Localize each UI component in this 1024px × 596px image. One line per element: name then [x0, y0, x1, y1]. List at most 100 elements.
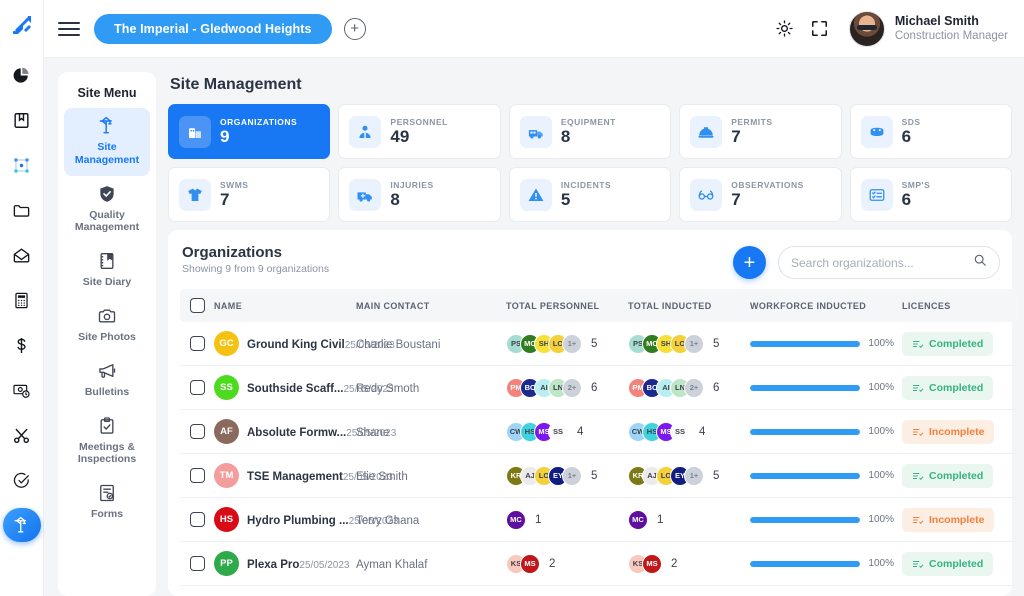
organization-name[interactable]: Hydro Plumbing ... [247, 515, 349, 527]
row-checkbox[interactable] [190, 556, 205, 571]
stat-card-label: SDS [901, 116, 921, 127]
rail-item-pie-chart[interactable] [5, 58, 39, 92]
workforce-percent: 100% [868, 470, 894, 481]
organization-avatar: PP [214, 551, 239, 576]
rail-item-book[interactable] [5, 103, 39, 137]
stat-card-permits[interactable]: PERMITS 7 [679, 104, 842, 159]
organization-name[interactable]: Plexa Pro [247, 559, 299, 571]
user-profile[interactable]: Michael Smith Construction Manager [848, 10, 1008, 47]
table-row[interactable]: HS Hydro Plumbing ...25/05/2023 Terry Ghan… [180, 497, 1018, 542]
status-badge[interactable]: Incomplete [902, 419, 995, 444]
rail-item-site-management[interactable] [2, 508, 41, 542]
stat-card-equipment[interactable]: EQUIPMENT 8 [508, 104, 672, 159]
person-avatar[interactable]: MC [628, 509, 648, 530]
stat-card-value: 5 [560, 189, 571, 209]
avatar-overflow[interactable]: 1+ [684, 465, 704, 486]
row-checkbox[interactable] [190, 468, 205, 483]
total-personnel-stack: PS MC SH LO 1+ 5 [506, 333, 620, 354]
organization-name[interactable]: Absolute Formw... [247, 427, 346, 439]
main-contact-value: Ayman Khalaf [356, 558, 428, 571]
rail-item-money-time[interactable] [5, 373, 39, 407]
rail-item-sitemap[interactable] [5, 148, 39, 182]
licences-cell: Completed [898, 322, 1018, 366]
organization-cell: PP Plexa Pro25/05/2023 [210, 541, 352, 586]
column-name[interactable]: NAME [210, 289, 352, 322]
status-badge[interactable]: Completed [902, 551, 994, 576]
stat-card-injuries[interactable]: INJURIES 8 [338, 167, 501, 222]
avatar-overflow[interactable]: 2+ [684, 377, 704, 398]
stat-card-observations[interactable]: OBSERVATIONS 7 [679, 167, 842, 222]
person-avatar[interactable]: SS [548, 421, 568, 442]
status-badge[interactable]: Incomplete [902, 507, 995, 532]
status-badge[interactable]: Completed [902, 331, 994, 356]
person-avatar[interactable]: MC [506, 509, 526, 530]
row-checkbox[interactable] [190, 424, 205, 439]
row-checkbox[interactable] [190, 512, 205, 527]
rail-item-tasks[interactable] [5, 463, 39, 497]
add-organization-button[interactable]: + [733, 246, 766, 279]
avatar-overflow[interactable]: 1+ [562, 465, 582, 486]
stat-card-incidents[interactable]: INCIDENTS 5 [508, 167, 672, 222]
column-licences[interactable]: LICENCES [898, 289, 1018, 322]
stat-card-label: SWMS [220, 179, 249, 190]
column-total-personnel[interactable]: TOTAL PERSONNEL [502, 289, 624, 322]
stat-card-text: PERMITS 7 [731, 117, 772, 147]
table-row[interactable]: SS Southside Scaff...25/05/2023 Redy Smoth… [180, 365, 1018, 410]
search-input[interactable] [791, 255, 973, 270]
organization-name[interactable]: TSE Management [247, 471, 343, 483]
main-content: Site Management ORGANIZATIONS 9 PERSONNE… [168, 72, 1018, 596]
avatar-overflow[interactable]: 1+ [684, 333, 704, 354]
table-row[interactable]: PP Plexa Pro25/05/2023 Ayman Khalaf KS MS 2 KS… [180, 541, 1018, 586]
plus-circle-icon[interactable]: + [343, 17, 366, 40]
avatar-stack: MC [506, 509, 526, 530]
sidebar-item-meetings-inspections[interactable]: Meetings & Inspections [64, 408, 150, 476]
site-selector-pill[interactable]: The Imperial - Gledwood Heights [94, 13, 332, 44]
search-organizations-box[interactable] [778, 246, 1000, 279]
status-badge[interactable]: Completed [902, 463, 994, 488]
sidebar-item-bulletins[interactable]: Bulletins [64, 353, 150, 408]
stat-card-organizations[interactable]: ORGANIZATIONS 9 [168, 104, 331, 159]
avatar-overflow[interactable]: 1+ [562, 333, 582, 354]
total-inducted-cell: CW HS MS SS 4 [624, 409, 746, 454]
row-checkbox[interactable] [190, 336, 205, 351]
stat-card-label: EQUIPMENT [560, 116, 616, 127]
select-all-checkbox[interactable] [190, 298, 205, 313]
total-inducted-stack: PS MC SH LO 1+ 5 [628, 333, 742, 354]
sun-icon[interactable] [775, 19, 794, 38]
sidebar-item-site-management[interactable]: Site Management [64, 108, 150, 176]
rail-item-folder[interactable] [5, 193, 39, 227]
person-avatar[interactable]: MS [642, 553, 662, 574]
rail-item-finance[interactable] [5, 328, 39, 362]
column-total-inducted[interactable]: TOTAL INDUCTED [624, 289, 746, 322]
sidebar-item-site-photos[interactable]: Site Photos [64, 298, 150, 353]
row-checkbox[interactable] [190, 380, 205, 395]
search-icon[interactable] [973, 253, 987, 272]
sidebar-item-forms[interactable]: Forms [64, 475, 150, 530]
table-row[interactable]: AF Absolute Formw...25/05/2023 Shane CW HS MS… [180, 409, 1018, 454]
sidebar-item-site-diary[interactable]: Site Diary [64, 243, 150, 298]
stat-card-smps[interactable]: SMP'S 6 [849, 167, 1013, 222]
person-avatar[interactable]: SS [670, 421, 690, 442]
organization-name[interactable]: Ground King Civil [247, 339, 345, 351]
status-badge[interactable]: Completed [902, 375, 994, 400]
person-avatar[interactable]: MS [520, 553, 540, 574]
rail-item-calculator[interactable] [5, 283, 39, 317]
organization-name[interactable]: Southside Scaff... [247, 383, 344, 395]
avatar-overflow[interactable]: 2+ [562, 377, 582, 398]
app-root: The Imperial - Gledwood Heights + Michae… [0, 0, 1024, 596]
table-row[interactable]: TM TSE Management25/05/2023 Elie Smith KR AJ… [180, 453, 1018, 498]
stat-card-sds[interactable]: SDS 6 [849, 104, 1013, 159]
column-main-contact[interactable]: MAIN CONTACT [352, 289, 502, 322]
sidebar-item-quality-management[interactable]: Quality Management [64, 176, 150, 244]
count-value: 1 [535, 513, 542, 526]
count-value: 4 [577, 425, 584, 438]
app-logo-icon[interactable] [5, 8, 39, 42]
hamburger-icon[interactable] [58, 18, 80, 40]
table-row[interactable]: GC Ground King Civil25/05/2023 Charlie Bou… [180, 322, 1018, 366]
stat-card-swms[interactable]: SWMS 7 [168, 167, 331, 222]
fullscreen-icon[interactable] [810, 19, 829, 38]
rail-item-tools[interactable] [5, 418, 39, 452]
rail-item-mail[interactable] [5, 238, 39, 272]
stat-card-personnel[interactable]: PERSONNEL 49 [338, 104, 501, 159]
column-workforce-inducted[interactable]: WORKFORCE INDUCTED [746, 289, 898, 322]
